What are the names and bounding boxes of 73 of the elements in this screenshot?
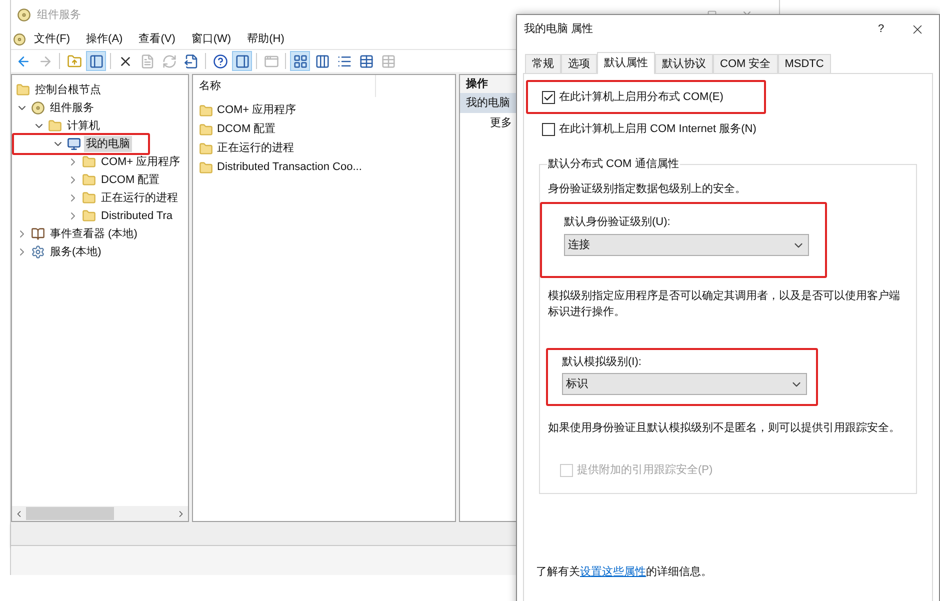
action-pane-icon <box>234 54 250 68</box>
grid-icon <box>292 54 308 68</box>
tree-item[interactable]: COM+ 应用程序 <box>99 154 182 170</box>
settings-link[interactable]: 设置这些属性 <box>580 566 646 578</box>
field-label: 默认模拟级别(I): <box>562 354 642 370</box>
app-icon <box>13 33 26 46</box>
folder-up-icon <box>66 54 82 68</box>
column-header[interactable]: 名称 <box>193 75 376 97</box>
table-icon <box>358 54 374 68</box>
tab[interactable]: 默认协议 <box>655 54 713 73</box>
dialog-title: 我的电脑 属性 <box>524 22 594 37</box>
dropdown[interactable]: 标识 <box>562 373 807 395</box>
horizontal-scrollbar[interactable] <box>12 506 188 521</box>
folder-icon <box>199 160 213 174</box>
menu-item[interactable]: 帮助(H) <box>247 31 284 48</box>
dropdown[interactable]: 连接 <box>564 234 809 256</box>
computer-icon <box>67 137 81 151</box>
tree-pane-icon <box>88 54 104 68</box>
table-icon <box>380 54 396 68</box>
menu-item[interactable]: 文件(F) <box>34 31 70 48</box>
list-icon <box>336 54 352 68</box>
window-title: 组件服务 <box>37 8 81 23</box>
columns-icon <box>314 54 330 68</box>
footer-text: 了解有关设置这些属性的详细信息。 <box>535 564 713 580</box>
tree-item[interactable]: 计算机 <box>65 118 102 134</box>
component-icon <box>31 101 45 115</box>
folder-icon <box>82 209 96 223</box>
checkbox[interactable] <box>542 90 555 104</box>
folder-icon <box>16 83 30 97</box>
folder-icon <box>82 191 96 205</box>
menu-item[interactable]: 窗口(W) <box>191 31 232 48</box>
document-icon <box>140 54 154 68</box>
export-icon <box>184 54 198 68</box>
folder-icon <box>82 173 96 187</box>
refresh-icon <box>162 54 176 68</box>
list-item[interactable]: Distributed Transaction Coo... <box>217 159 362 176</box>
folder-icon <box>199 104 213 118</box>
field-label: 默认身份验证级别(U): <box>564 214 672 230</box>
tab[interactable]: MSDTC <box>778 54 831 73</box>
app-icon <box>17 8 31 22</box>
impersonation-note: 模拟级别指定应用程序是否可以确定其调用者，以及是否可以使用客户端标识进行操作。 <box>547 288 901 320</box>
menu-item[interactable]: 操作(A) <box>86 31 123 48</box>
tree-item[interactable]: 正在运行的进程 <box>99 190 180 206</box>
folder-icon <box>48 119 62 133</box>
forward-arrow-icon <box>38 54 52 68</box>
tab[interactable]: 常规 <box>525 54 561 73</box>
menu-item[interactable]: 查看(V) <box>138 31 176 48</box>
tree-item[interactable]: 事件查看器 (本地) <box>48 226 140 242</box>
tree-item[interactable]: 控制台根节点 <box>33 82 103 98</box>
folder-icon <box>82 155 96 169</box>
help-button[interactable]: ? <box>866 20 896 38</box>
folder-icon <box>199 122 213 136</box>
auth-note: 身份验证级别指定数据包级别上的安全。 <box>547 182 747 197</box>
scrollbar-thumb[interactable] <box>26 507 114 520</box>
tree-item[interactable]: Distributed Tra <box>99 208 175 224</box>
log-icon <box>31 227 45 241</box>
tree-item[interactable]: 组件服务 <box>48 100 96 116</box>
tree-item[interactable]: DCOM 配置 <box>99 172 162 188</box>
checkbox-label[interactable]: 在此计算机上启用 COM Internet 服务(N) <box>559 120 756 138</box>
gear-icon <box>31 245 45 259</box>
list-item[interactable]: 正在运行的进程 <box>217 140 294 157</box>
checkbox[interactable] <box>542 122 555 136</box>
list-item[interactable]: DCOM 配置 <box>217 121 276 138</box>
tracking-note: 如果使用身份验证且默认模拟级别不是匿名，则可以提供引用跟踪安全。 <box>547 420 901 436</box>
tab[interactable]: 选项 <box>561 54 597 73</box>
tree-item[interactable]: 我的电脑 <box>84 136 132 152</box>
new-window-icon <box>264 54 278 68</box>
help-icon <box>212 54 228 68</box>
tab[interactable]: COM 安全 <box>713 54 778 73</box>
tree-item[interactable]: 服务(本地) <box>48 244 104 260</box>
folder-icon <box>199 142 213 156</box>
list-item[interactable]: COM+ 应用程序 <box>217 102 296 119</box>
tab[interactable]: 默认属性 <box>597 52 655 74</box>
